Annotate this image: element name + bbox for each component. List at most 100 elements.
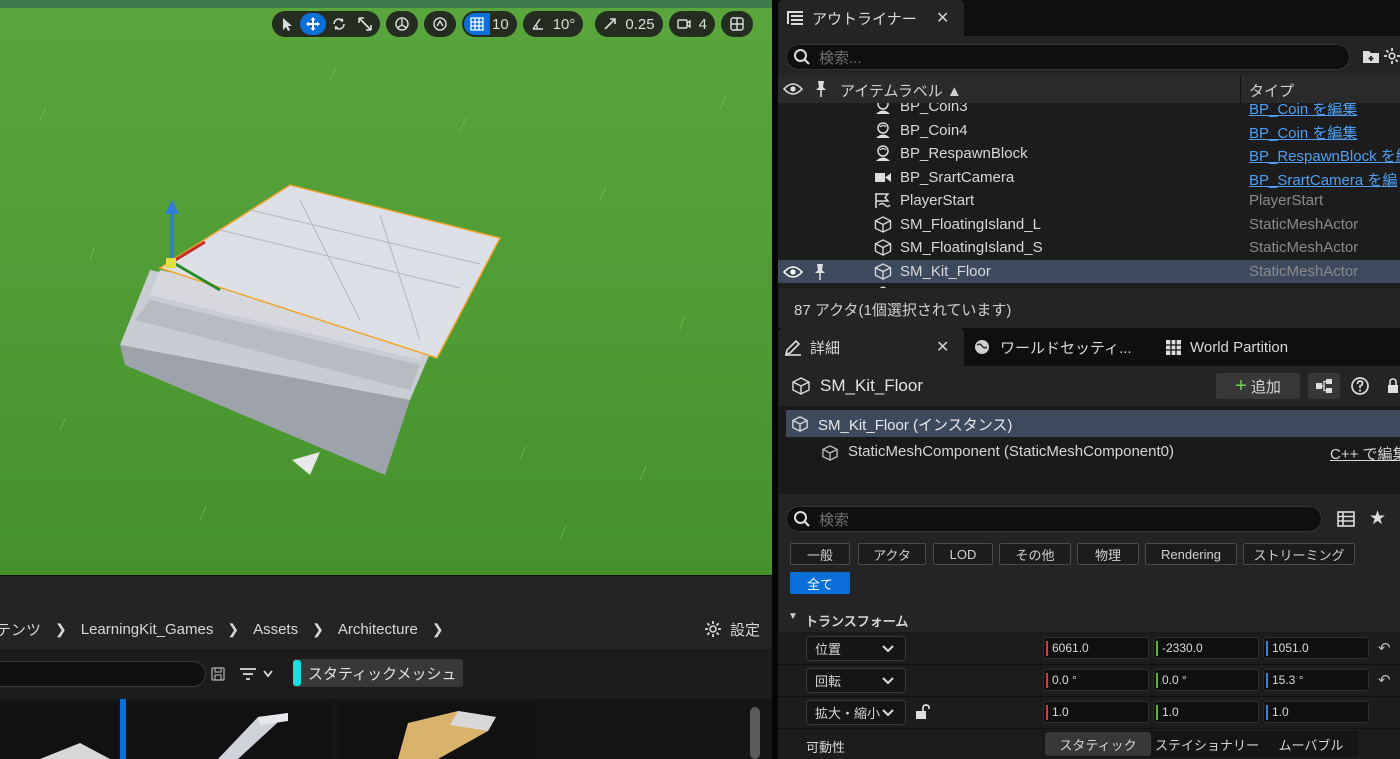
select-tool-button[interactable] — [274, 13, 300, 35]
close-icon[interactable]: ✕ — [936, 8, 949, 28]
close-icon[interactable]: ✕ — [936, 337, 949, 357]
asset-grid-scrollbar[interactable] — [750, 707, 760, 759]
rotation-z-input[interactable]: 15.3 ° — [1263, 669, 1369, 691]
outliner-scrollbar[interactable] — [1390, 103, 1400, 288]
rotation-dropdown[interactable]: 回転 — [806, 668, 906, 693]
breadcrumb-item-learningkit[interactable]: LearningKit_Games — [75, 621, 220, 638]
viewport-layout-button[interactable] — [724, 13, 750, 35]
mobility-static-option[interactable]: スタティック — [1045, 732, 1151, 756]
world-space-button[interactable] — [389, 13, 415, 35]
outliner-row[interactable]: BP_RespawnBlock BP_RespawnBlock を編 — [778, 142, 1400, 165]
rotation-y-input[interactable]: 0.0 ° — [1153, 669, 1259, 691]
chevron-right-icon[interactable]: ❯ — [219, 621, 247, 638]
category-actor[interactable]: アクタ — [858, 543, 926, 565]
content-browser-settings-button[interactable]: 設定 — [704, 609, 760, 649]
column-divider[interactable] — [1240, 75, 1241, 103]
details-search-input[interactable]: 検索 — [786, 506, 1322, 532]
column-item-label[interactable]: アイテムラベル ▲ — [840, 80, 962, 101]
outliner-search-input[interactable]: 検索... — [786, 44, 1350, 70]
add-folder-icon[interactable] — [1362, 48, 1380, 64]
outliner-row[interactable]: BP_SrartCamera BP_SrartCamera を編 — [778, 166, 1400, 189]
gear-icon[interactable] — [1384, 48, 1400, 64]
category-rendering[interactable]: Rendering — [1145, 543, 1237, 565]
visibility-eye-icon[interactable] — [783, 265, 803, 279]
breadcrumb-item-assets[interactable]: Assets — [247, 621, 304, 638]
tab-outliner[interactable]: アウトライナー ✕ — [778, 0, 964, 36]
category-all[interactable]: 全て — [790, 572, 850, 594]
rotate-tool-button[interactable] — [326, 13, 352, 35]
camera-speed-value[interactable]: 4 — [697, 16, 713, 33]
tab-details[interactable]: 詳細 ✕ — [778, 328, 964, 366]
rotation-x-input[interactable]: 0.0 ° — [1043, 669, 1149, 691]
location-dropdown[interactable]: 位置 — [806, 636, 906, 661]
rotation-snap-value[interactable]: 10° — [551, 16, 582, 33]
pin-icon[interactable] — [814, 263, 826, 281]
scene-render[interactable] — [0, 0, 772, 575]
content-search-input[interactable] — [0, 661, 206, 687]
asset-thumbnail[interactable] — [128, 703, 330, 759]
location-z-input[interactable]: 1051.0 — [1263, 637, 1369, 659]
star-icon[interactable]: ★ — [1369, 507, 1386, 530]
lock-icon[interactable] — [1386, 378, 1400, 394]
static-mesh-filter-chip[interactable]: スタティックメッシュ — [293, 659, 463, 687]
location-y-input[interactable]: -2330.0 — [1153, 637, 1259, 659]
chevron-right-icon[interactable]: ❯ — [424, 621, 452, 638]
outliner-row-type[interactable]: BP_RespawnBlock を編 — [1249, 145, 1400, 166]
breadcrumb-item-architecture[interactable]: Architecture — [332, 621, 424, 638]
reset-arrow-icon[interactable]: ↶ — [1378, 639, 1391, 657]
outliner-row-type[interactable]: BP_SrartCamera を編 — [1249, 169, 1397, 190]
outliner-row-type[interactable]: BP_Coin を編集 — [1249, 103, 1357, 119]
unlock-icon[interactable] — [914, 703, 932, 721]
tab-world-partition[interactable]: World Partition — [1166, 328, 1326, 366]
scale-snap-toggle[interactable] — [597, 13, 623, 35]
outliner-row[interactable]: PlayerStart PlayerStart — [778, 189, 1400, 212]
chevron-right-icon[interactable]: ❯ — [47, 621, 75, 638]
outliner-row[interactable]: SM_FloatingIsland_L StaticMeshActor — [778, 213, 1400, 236]
grid-snap-value[interactable]: 10 — [490, 16, 515, 33]
category-lod[interactable]: LOD — [933, 543, 993, 565]
save-search-icon[interactable] — [210, 666, 226, 682]
outliner-row[interactable]: SM_FloatingIsland_S StaticMeshActor — [778, 236, 1400, 259]
pin-icon[interactable] — [815, 80, 827, 98]
category-streaming[interactable]: ストリーミング — [1243, 543, 1355, 565]
asset-thumbnail[interactable] — [0, 703, 118, 759]
scale-z-input[interactable]: 1.0 — [1263, 701, 1369, 723]
mobility-movable-option[interactable]: ムーバブル — [1263, 732, 1359, 756]
help-icon[interactable] — [1350, 376, 1370, 396]
table-view-icon[interactable] — [1337, 511, 1355, 527]
category-physics[interactable]: 物理 — [1077, 543, 1139, 565]
blueprint-button[interactable] — [1308, 373, 1340, 399]
outliner-row[interactable]: BP_Coin3 BP_Coin を編集 — [778, 103, 1400, 118]
tab-world-settings[interactable]: ワールドセッティ... — [974, 328, 1154, 366]
grid-snap-toggle[interactable] — [464, 13, 490, 35]
edit-in-cpp-link[interactable]: C++ で編集 — [1330, 443, 1400, 464]
scale-tool-button[interactable] — [352, 13, 378, 35]
move-tool-button[interactable] — [300, 13, 326, 35]
rotation-snap-toggle[interactable] — [525, 13, 551, 35]
component-row-static-mesh[interactable]: StaticMeshComponent (StaticMeshComponent… — [786, 439, 1400, 466]
category-general[interactable]: 一般 — [790, 543, 850, 565]
outliner-row[interactable]: BP_Coin4 BP_Coin を編集 — [778, 119, 1400, 142]
breadcrumb-item-content[interactable]: テンツ — [0, 619, 47, 640]
level-viewport[interactable]: 10 10° 0.25 4 — [0, 0, 772, 575]
scale-x-input[interactable]: 1.0 — [1043, 701, 1149, 723]
scale-y-input[interactable]: 1.0 — [1153, 701, 1259, 723]
visibility-eye-icon[interactable] — [783, 82, 803, 96]
scale-dropdown[interactable]: 拡大・縮小 — [806, 700, 906, 725]
add-component-button[interactable]: + 追加 — [1216, 373, 1300, 399]
asset-thumbnail[interactable] — [338, 703, 536, 759]
filter-dropdown-icon[interactable] — [239, 666, 277, 682]
component-row-instance[interactable]: SM_Kit_Floor (インスタンス) — [786, 410, 1400, 437]
mobility-stationary-option[interactable]: ステイショナリー — [1151, 732, 1263, 756]
category-misc[interactable]: その他 — [999, 543, 1071, 565]
camera-speed-button[interactable] — [671, 13, 697, 35]
location-x-input[interactable]: 6061.0 — [1043, 637, 1149, 659]
outliner-row-type[interactable]: BP_Coin を編集 — [1249, 122, 1357, 143]
transform-section-header[interactable]: ▼ トランスフォーム — [778, 604, 1400, 632]
reset-arrow-icon[interactable]: ↶ — [1378, 671, 1391, 689]
outliner-row[interactable]: SM_Kit_Floor StaticMeshActor — [778, 259, 1400, 283]
chevron-right-icon[interactable]: ❯ — [304, 621, 332, 638]
surface-snap-button[interactable] — [427, 13, 453, 35]
scale-snap-value[interactable]: 0.25 — [623, 16, 660, 33]
column-type[interactable]: タイプ — [1249, 80, 1294, 101]
